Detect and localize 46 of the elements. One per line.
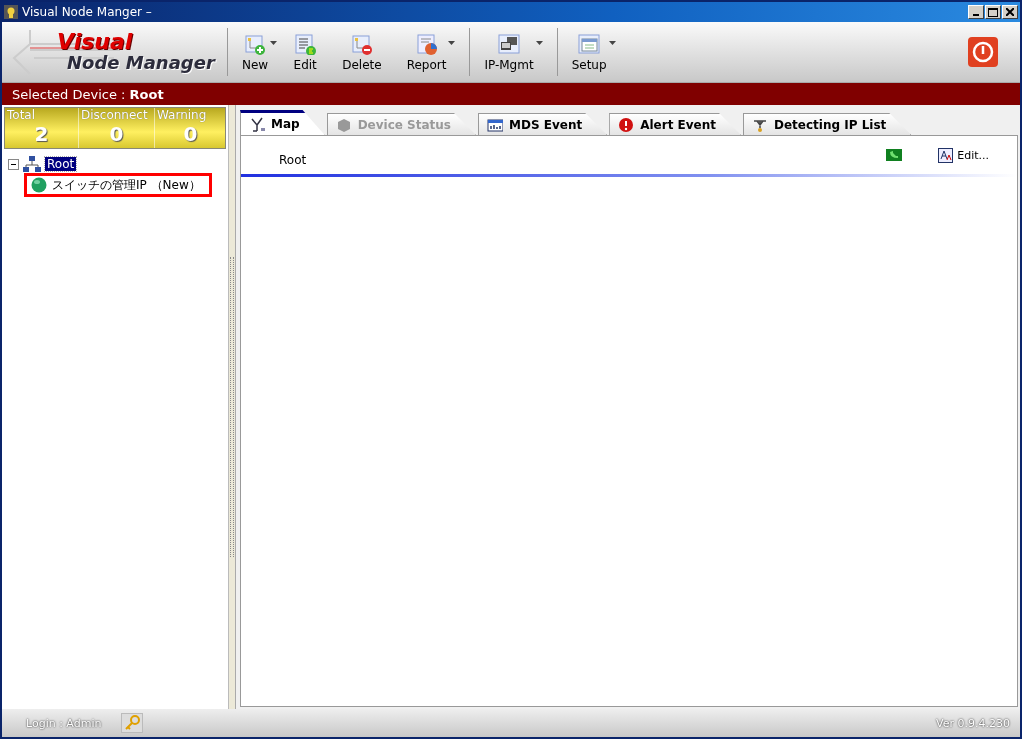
phone-icon[interactable] <box>886 149 903 161</box>
edit-icon <box>293 32 318 55</box>
logo-text: Visual <box>56 31 133 53</box>
font-icon <box>938 147 954 163</box>
login-label: Login : Admin <box>26 716 102 730</box>
stat-value: 2 <box>33 122 50 146</box>
tab[interactable]: Alert Event <box>609 113 741 135</box>
close-icon <box>1006 8 1014 16</box>
stat-label: Total <box>6 108 37 122</box>
globe-icon <box>31 177 47 193</box>
stat-value: 0 <box>108 122 125 146</box>
maximize-icon <box>988 7 998 17</box>
close-button[interactable] <box>1002 5 1018 19</box>
stat-value: 0 <box>182 122 199 146</box>
edit-link[interactable]: Edit... <box>938 147 989 163</box>
new-icon <box>243 32 268 55</box>
tree-item[interactable]: Root <box>45 157 77 171</box>
minimize-button[interactable] <box>968 5 984 19</box>
stat-label: Warning <box>156 108 208 122</box>
selected-device-label: Selected Device : Root <box>12 86 164 102</box>
alert-tab-icon <box>618 116 635 133</box>
toolbar-button[interactable]: IP-Mgmt <box>476 32 551 72</box>
delete-icon <box>349 32 374 55</box>
network-icon <box>22 155 42 173</box>
window-title: Visual Node Manger – <box>22 5 153 19</box>
collapse-toggle[interactable] <box>8 158 19 170</box>
maximize-button[interactable] <box>985 5 1001 19</box>
setup-icon <box>577 32 602 55</box>
stat-label: Disconnect <box>80 108 149 122</box>
map-tab-icon <box>249 116 265 132</box>
splitter-handle[interactable] <box>230 257 234 557</box>
toolbar-button[interactable]: Report <box>398 32 464 72</box>
toolbar-button[interactable]: Setup <box>563 32 624 72</box>
map-title: Root <box>279 152 308 167</box>
toolbar-button[interactable]: Delete <box>334 32 399 72</box>
toolbar-button[interactable]: Edit <box>285 32 335 72</box>
tab[interactable]: Map <box>240 110 325 135</box>
power-button[interactable] <box>968 37 998 67</box>
report-icon <box>414 32 439 55</box>
tree-item[interactable]: スイッチの管理IP （New） <box>50 176 203 194</box>
tab[interactable]: Detecting IP List <box>743 113 912 135</box>
tab[interactable]: MDS Event <box>478 113 608 135</box>
version-label: Ver 0.9.4.230 <box>936 716 1010 730</box>
app-icon <box>4 5 18 19</box>
toolbar-button[interactable]: New <box>234 32 286 72</box>
logo-text: Node Manager <box>66 53 215 73</box>
